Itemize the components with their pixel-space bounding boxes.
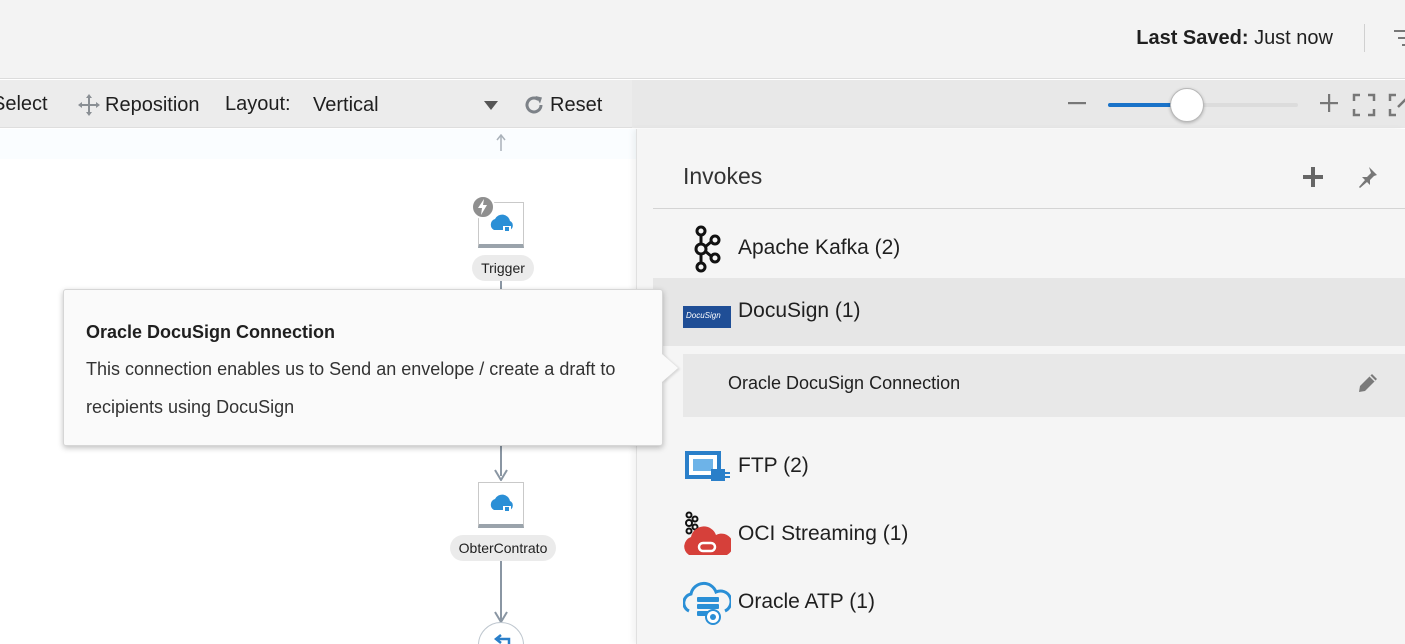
header-divider (1364, 24, 1365, 52)
header-bar: Last Saved: Just now (0, 0, 1405, 79)
select-button[interactable]: Select (0, 93, 48, 116)
last-saved-label: Last Saved: (1136, 27, 1249, 49)
category-label: DocuSign (1) (738, 299, 861, 322)
connection-label: Oracle DocuSign Connection (728, 373, 961, 393)
trigger-bolt-icon (471, 195, 495, 219)
last-saved-status: Last Saved: Just now (1136, 27, 1333, 50)
return-arrow-icon (493, 634, 511, 644)
hamburger-lines-icon[interactable] (1392, 27, 1405, 49)
category-label: Oracle ATP (1) (738, 590, 875, 613)
reposition-label: Reposition (105, 93, 200, 116)
connection-tooltip: Oracle DocuSign Connection This connecti… (63, 289, 678, 446)
move-arrows-icon (78, 94, 100, 116)
category-ftp[interactable]: FTP (2) (653, 433, 1405, 501)
flow-arrow-icon (494, 469, 508, 481)
layout-select[interactable]: Vertical (313, 94, 379, 117)
canvas-top-band (0, 129, 636, 159)
canvas-toolbar: Select Reposition Layout: Vertical Reset (0, 80, 1405, 128)
zoom-out-icon[interactable] (1066, 92, 1088, 114)
oracle-atp-icon (683, 581, 731, 625)
tooltip-body: This connection enables us to Send an en… (86, 359, 616, 417)
edit-pencil-icon[interactable] (1355, 370, 1381, 396)
refresh-icon (525, 96, 543, 114)
obtercontrato-node-label[interactable]: ObterContrato (450, 535, 556, 561)
category-oracle-atp[interactable]: Oracle ATP (1) (653, 569, 1405, 637)
reset-label: Reset (550, 93, 603, 116)
category-apache-kafka[interactable]: Apache Kafka (2) (653, 215, 1405, 283)
category-oci-streaming[interactable]: OCI Streaming (1) (653, 501, 1405, 569)
panel-divider (653, 208, 1405, 209)
chevron-down-icon[interactable] (484, 101, 498, 110)
docusign-logo-text: DocuSign (686, 311, 721, 320)
up-arrow-icon (496, 134, 506, 151)
tooltip-title: Oracle DocuSign Connection (86, 322, 336, 342)
panel-title: Invokes (683, 163, 763, 189)
connection-oracle-docusign[interactable]: Oracle DocuSign Connection (683, 354, 1405, 417)
zoom-in-icon[interactable] (1318, 92, 1340, 114)
reset-button[interactable]: Reset (522, 93, 602, 117)
category-label: FTP (2) (738, 454, 809, 477)
cloud-connection-icon (490, 494, 513, 512)
pin-icon[interactable] (1355, 165, 1379, 189)
invokes-panel: Invokes Apache Kafka (2) DocuSign DocuSi… (636, 129, 1405, 644)
category-label: Apache Kafka (2) (738, 236, 901, 259)
category-docusign[interactable]: DocuSign DocuSign (1) (653, 278, 1405, 346)
kafka-icon (694, 225, 721, 273)
expand-icon[interactable] (1388, 93, 1405, 117)
trigger-node-label[interactable]: Trigger (472, 255, 534, 281)
oci-streaming-icon (684, 511, 731, 555)
zoom-slider-handle[interactable] (1170, 88, 1204, 122)
layout-label: Layout: (225, 93, 291, 115)
docusign-logo-icon: DocuSign (683, 306, 731, 328)
ftp-icon (685, 451, 730, 481)
last-saved-value: Just now (1254, 27, 1333, 49)
reposition-button[interactable]: Reposition (77, 93, 200, 117)
add-icon[interactable] (1301, 165, 1325, 189)
tooltip-arrow (662, 354, 678, 382)
fit-to-screen-icon[interactable] (1352, 93, 1376, 117)
category-label: OCI Streaming (1) (738, 522, 909, 545)
obtercontrato-node[interactable] (478, 482, 524, 528)
select-label: Select (0, 93, 48, 115)
